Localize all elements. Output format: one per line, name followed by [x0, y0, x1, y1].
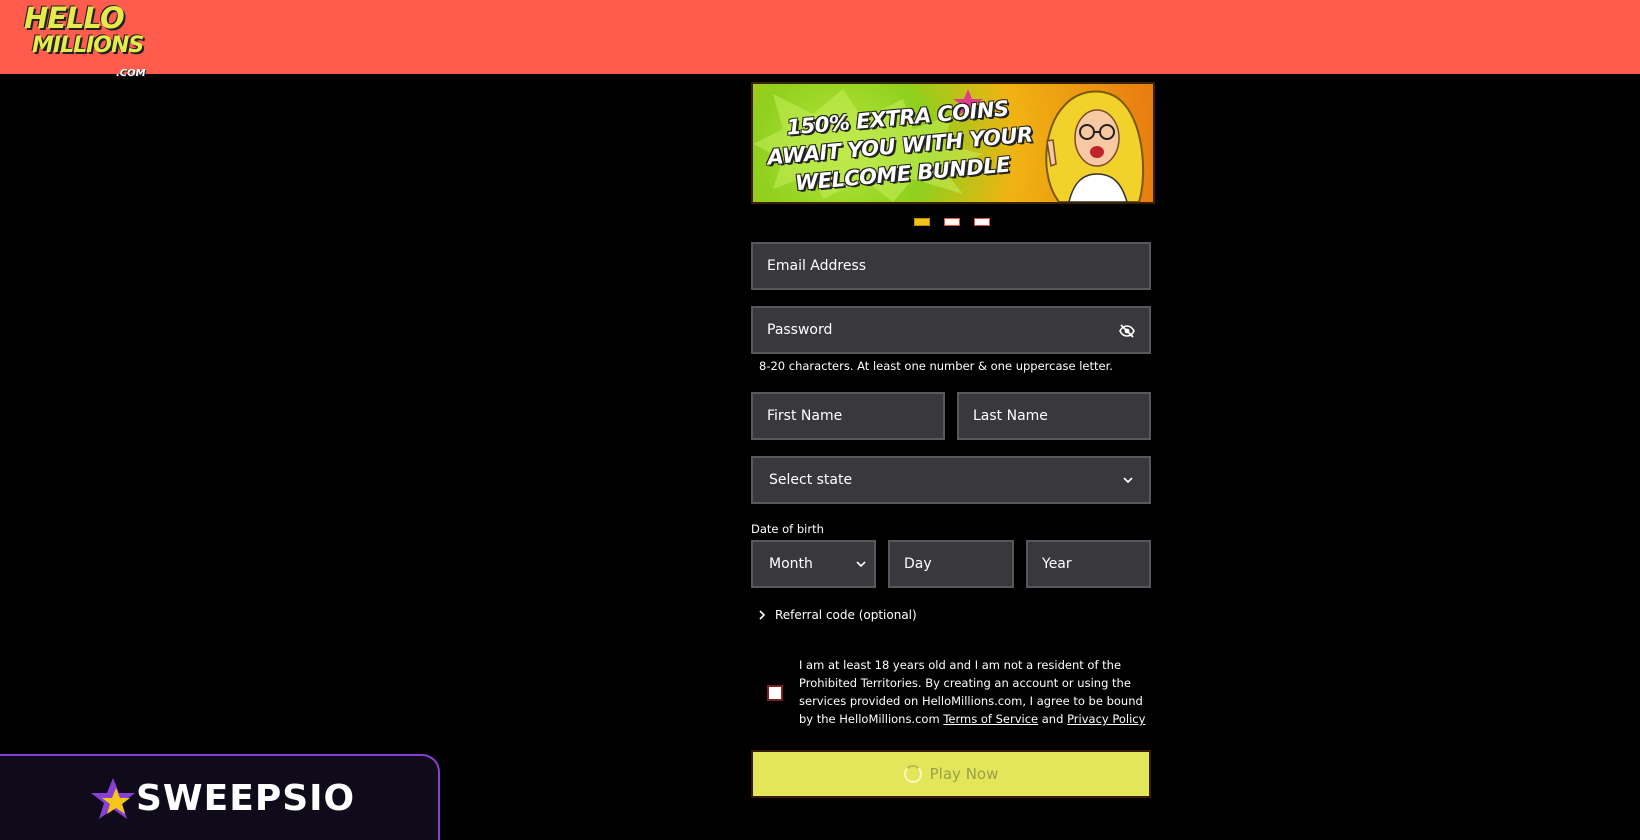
privacy-policy-link[interactable]: Privacy Policy [1067, 712, 1145, 726]
site-header: HELLO MILLIONS .COM [0, 0, 1640, 79]
carousel-dot-3[interactable] [974, 218, 990, 226]
chevron-right-icon [759, 610, 766, 620]
chevron-down-icon [856, 561, 866, 568]
referral-code-toggle[interactable]: Referral code (optional) [757, 608, 917, 622]
dob-year-field[interactable]: Year [1026, 540, 1151, 588]
dob-day-placeholder: Day [904, 556, 932, 572]
sweepsio-label: SWEEPSIO [136, 778, 356, 819]
first-name-placeholder: First Name [767, 408, 843, 424]
dob-label: Date of birth [751, 522, 824, 536]
dob-year-placeholder: Year [1042, 556, 1072, 572]
logo-line-1: HELLO [24, 1, 125, 35]
banner-woman-illustration [1045, 90, 1145, 202]
carousel-dot-2[interactable] [944, 218, 960, 226]
hellomillions-logo[interactable]: HELLO MILLIONS .COM [20, 4, 152, 84]
dob-month-select[interactable]: Month [751, 540, 876, 588]
play-now-button[interactable]: Play Now [751, 750, 1151, 798]
dob-day-field[interactable]: Day [888, 540, 1014, 588]
loading-spinner-icon [903, 765, 922, 783]
terms-checkbox[interactable] [767, 685, 783, 701]
terms-text: I am at least 18 years old and I am not … [799, 656, 1149, 728]
first-name-field[interactable]: First Name [751, 392, 945, 440]
logo-line-2: MILLIONS [32, 33, 144, 58]
logo-line-3: .COM [116, 68, 146, 79]
email-field[interactable]: Email Address [751, 242, 1151, 290]
terms-of-service-link[interactable]: Terms of Service [943, 712, 1038, 726]
eye-off-icon[interactable] [1119, 323, 1135, 339]
state-selected-value: Select state [769, 472, 853, 488]
play-now-label: Play Now [929, 765, 999, 783]
password-helper-text: 8-20 characters. At least one number & o… [759, 359, 1113, 373]
email-placeholder: Email Address [767, 258, 867, 274]
last-name-placeholder: Last Name [973, 408, 1048, 424]
terms-and: and [1038, 712, 1068, 726]
last-name-field[interactable]: Last Name [957, 392, 1151, 440]
password-field[interactable]: Password [751, 306, 1151, 354]
state-select[interactable]: Select state [751, 456, 1151, 504]
carousel-dot-1[interactable] [914, 218, 930, 226]
password-placeholder: Password [767, 322, 833, 338]
chevron-down-icon [1123, 477, 1133, 484]
sweepsio-badge[interactable]: SWEEPSIO [0, 754, 440, 840]
star-icon [91, 778, 135, 819]
referral-code-label: Referral code (optional) [775, 608, 917, 622]
dob-month-value: Month [769, 556, 813, 572]
promo-banner[interactable]: 150% EXTRA COINS AWAIT YOU WITH YOUR WEL… [751, 82, 1155, 204]
